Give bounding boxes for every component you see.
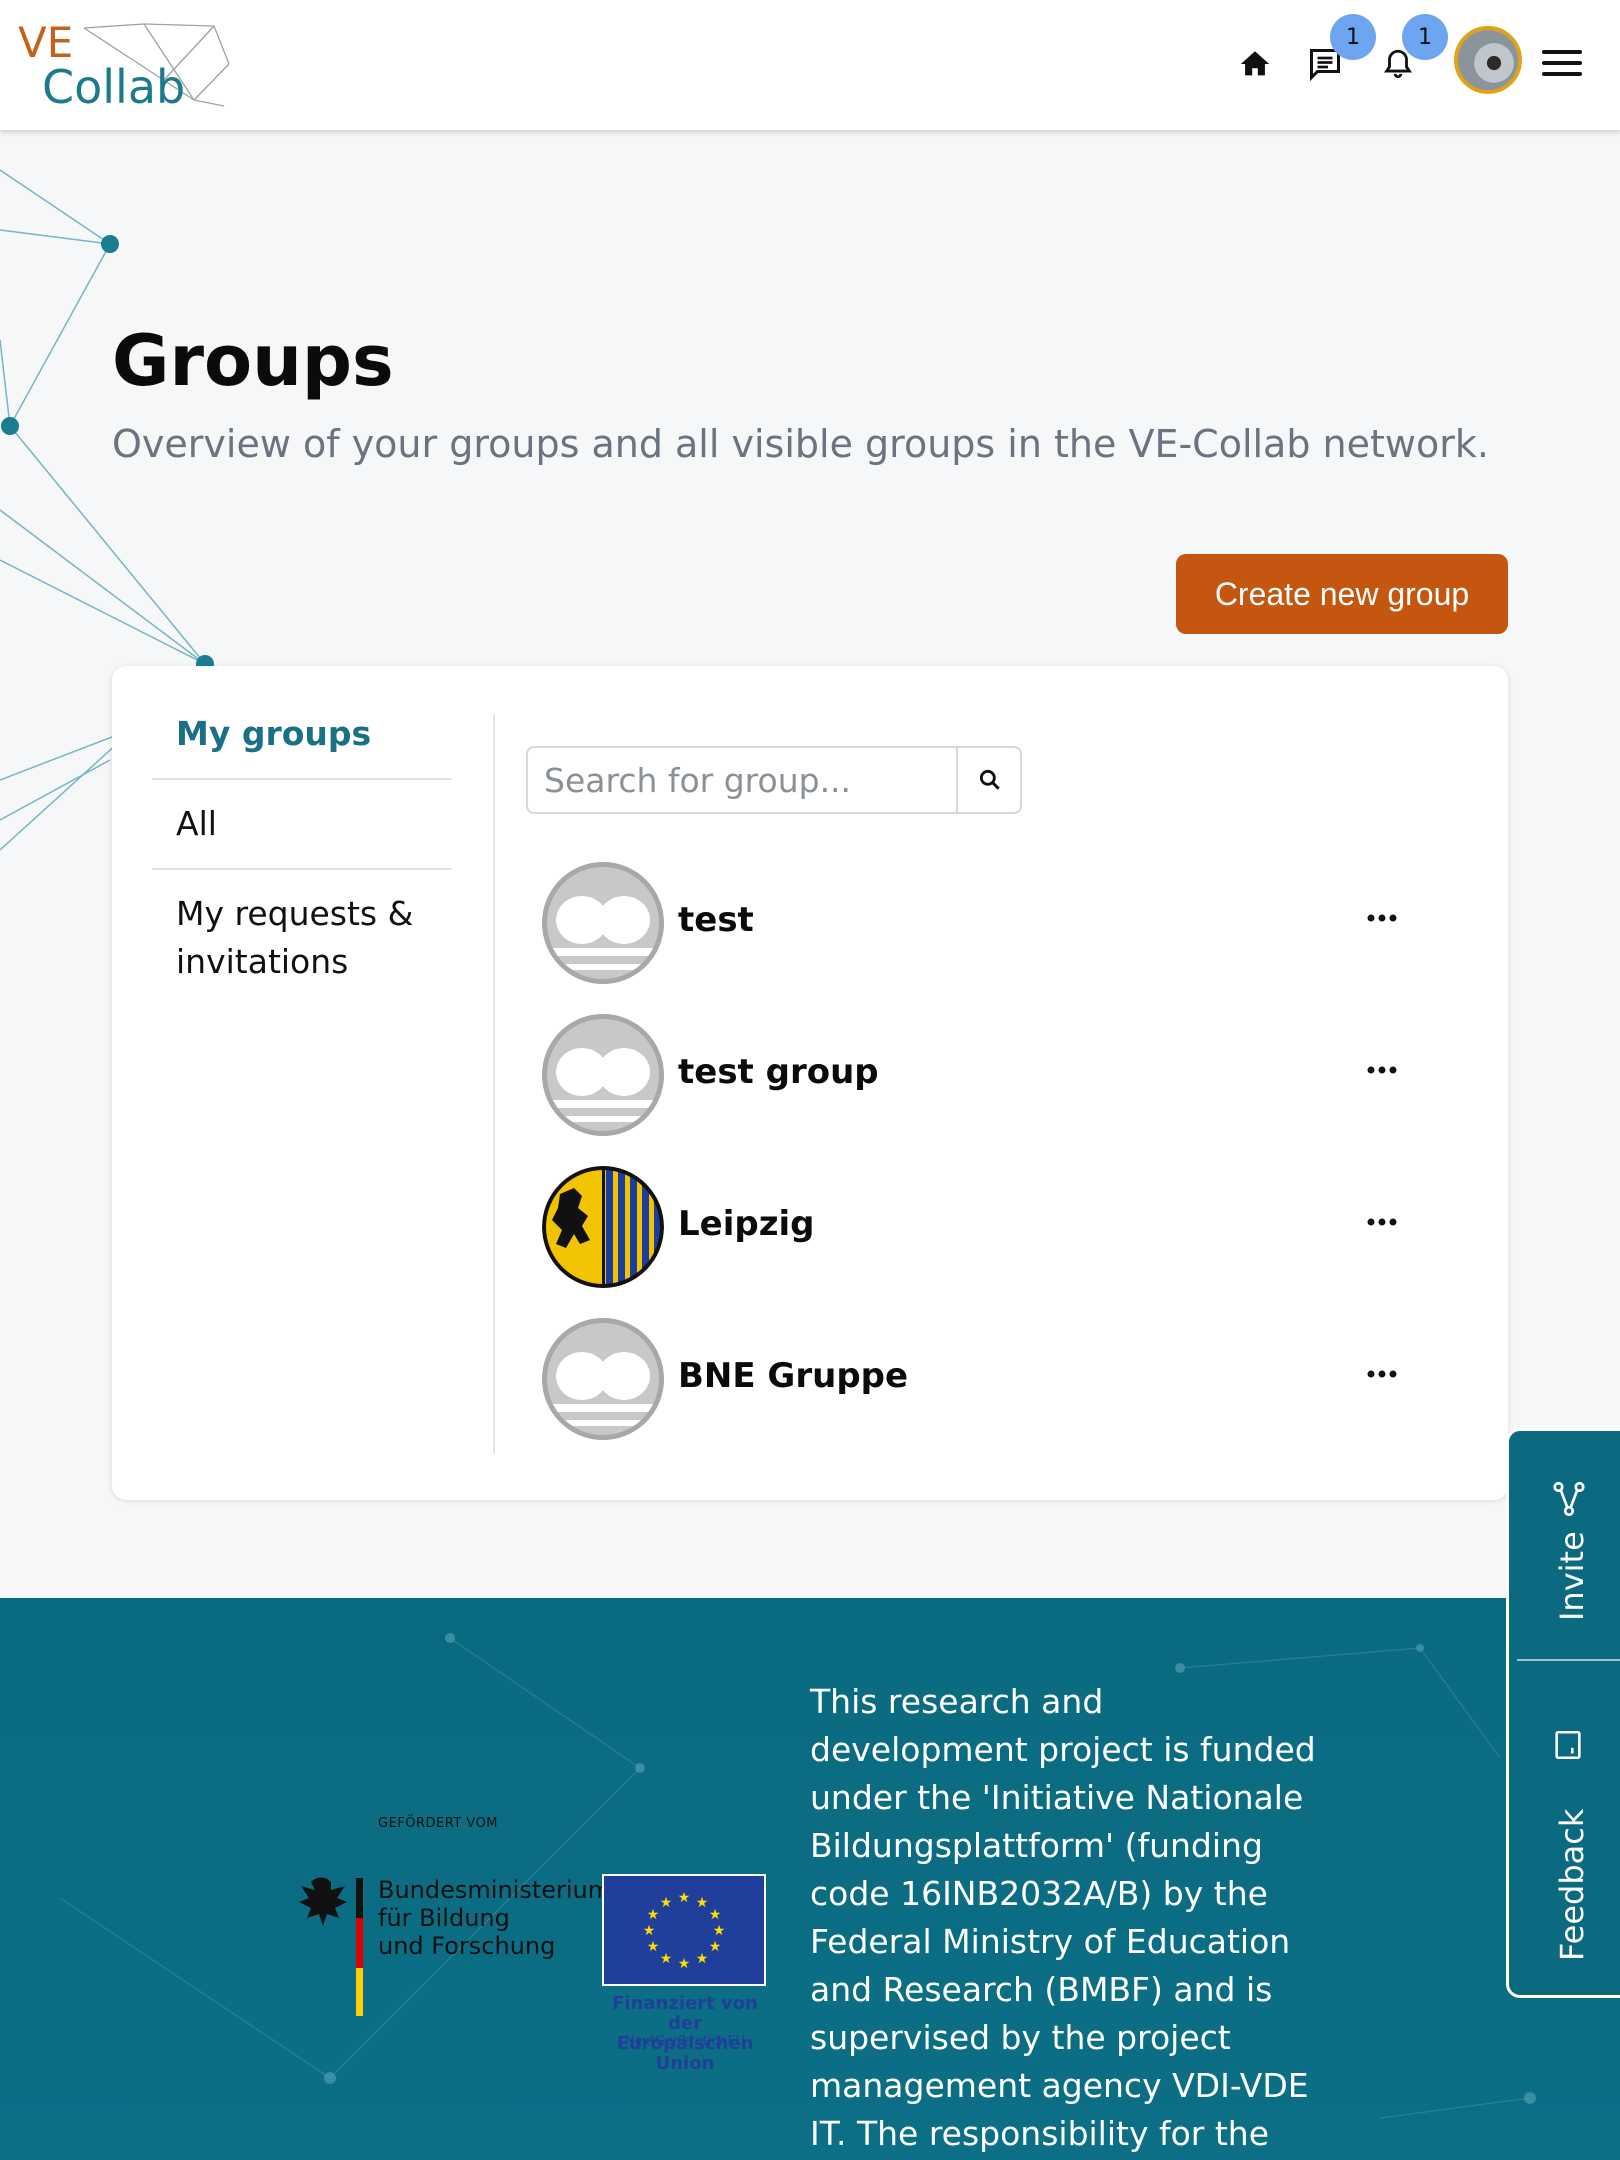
side-action-tab: Invite Feedback (1506, 1428, 1620, 1998)
svg-text:★: ★ (713, 1923, 726, 1939)
footer: GEFÖRDERT VOM Bundesministerium für Bild… (0, 1598, 1620, 2160)
messages-count-badge: 1 (1330, 14, 1376, 60)
more-options-icon[interactable] (1362, 1050, 1402, 1090)
sidebar-divider (152, 868, 452, 870)
svg-text:★: ★ (678, 1890, 691, 1906)
more-options-icon[interactable] (1362, 1354, 1402, 1394)
vertical-divider (493, 714, 495, 1454)
group-search (526, 746, 1022, 814)
feedback-tab[interactable]: Feedback (1509, 1661, 1620, 1995)
search-icon (979, 769, 1000, 790)
svg-text:★: ★ (709, 1907, 722, 1923)
default-group-avatar (542, 1014, 664, 1136)
group-name[interactable]: Leipzig (678, 1204, 815, 1244)
network-node (1, 417, 19, 435)
funding-label: GEFÖRDERT VOM (378, 1816, 499, 1831)
eu-flag-icon: ★ ★ ★ ★ ★ ★ ★ ★ ★ ★ ★ ★ (602, 1874, 766, 1986)
hamburger-menu-icon[interactable] (1542, 50, 1582, 80)
svg-text:★: ★ (647, 1907, 660, 1923)
list-item[interactable]: test (542, 862, 1442, 986)
svg-text:★: ★ (696, 1951, 709, 1967)
sidebar-divider (152, 778, 452, 780)
create-new-group-button[interactable]: Create new group (1176, 554, 1508, 634)
list-item[interactable]: BNE Gruppe (542, 1318, 1442, 1442)
svg-text:★: ★ (709, 1939, 722, 1955)
svg-text:★: ★ (696, 1895, 709, 1911)
list-item[interactable]: Leipzig (542, 1166, 1442, 1290)
sidebar-item-label: invitations (176, 942, 349, 981)
sidebar-item-my-groups[interactable]: My groups (152, 710, 452, 758)
page-title: Groups (112, 320, 394, 402)
svg-text:★: ★ (660, 1895, 673, 1911)
bmbf-name: Bundesministerium für Bildung und Forsch… (378, 1876, 611, 1960)
default-group-avatar (542, 862, 664, 984)
list-item[interactable]: test group (542, 1014, 1442, 1138)
search-button[interactable] (956, 748, 1022, 812)
eu-line: Finanziert von der (612, 1993, 758, 2034)
group-name[interactable]: BNE Gruppe (678, 1356, 908, 1396)
svg-text:★: ★ (647, 1939, 660, 1955)
bmbf-line: für Bildung (378, 1904, 510, 1932)
ve-collab-logo[interactable]: VE Collab (14, 18, 230, 114)
federal-eagle-icon (299, 1877, 363, 2016)
notifications-count-badge: 1 (1402, 14, 1448, 60)
more-options-icon[interactable] (1362, 1202, 1402, 1242)
groups-card: My groups All My requests & invitations (112, 666, 1508, 1500)
invite-tab[interactable]: Invite (1509, 1431, 1620, 1657)
sidebar-item-requests-invitations[interactable]: My requests & invitations (152, 890, 452, 986)
svg-text:★: ★ (660, 1951, 673, 1967)
default-group-avatar (542, 1318, 664, 1440)
sidebar-item-all[interactable]: All (152, 800, 452, 848)
groups-sidebar: My groups All My requests & invitations (152, 710, 452, 986)
share-icon (1553, 1481, 1585, 1517)
page: VE Collab 1 1 Groups Overview of your gr… (0, 0, 1620, 2160)
invite-label: Invite (1553, 1531, 1591, 1621)
group-name[interactable]: test group (678, 1052, 879, 1092)
feedback-form-icon (1555, 1730, 1581, 1760)
bmbf-line: und Forschung (378, 1932, 556, 1960)
home-icon[interactable] (1235, 44, 1275, 84)
bmbf-line: Bundesministerium (378, 1876, 612, 1904)
network-node (101, 235, 119, 253)
svg-text:★: ★ (678, 1956, 691, 1972)
user-avatar[interactable] (1454, 26, 1522, 94)
leipzig-coat-of-arms-avatar (542, 1166, 664, 1288)
funding-statement: This research and development project is… (810, 1682, 1316, 2153)
eu-nextgen-text: NextGenerationEU (624, 2034, 746, 2049)
group-name[interactable]: test (678, 900, 754, 940)
feedback-label: Feedback (1553, 1808, 1591, 1961)
top-navbar: VE Collab 1 1 (0, 0, 1620, 130)
sidebar-item-label: My requests & (176, 894, 414, 933)
more-options-icon[interactable] (1362, 898, 1402, 938)
page-subtitle: Overview of your groups and all visible … (112, 422, 1489, 466)
svg-text:★: ★ (643, 1923, 656, 1939)
search-input[interactable] (528, 748, 956, 812)
logo-collab-text: Collab (42, 60, 186, 114)
